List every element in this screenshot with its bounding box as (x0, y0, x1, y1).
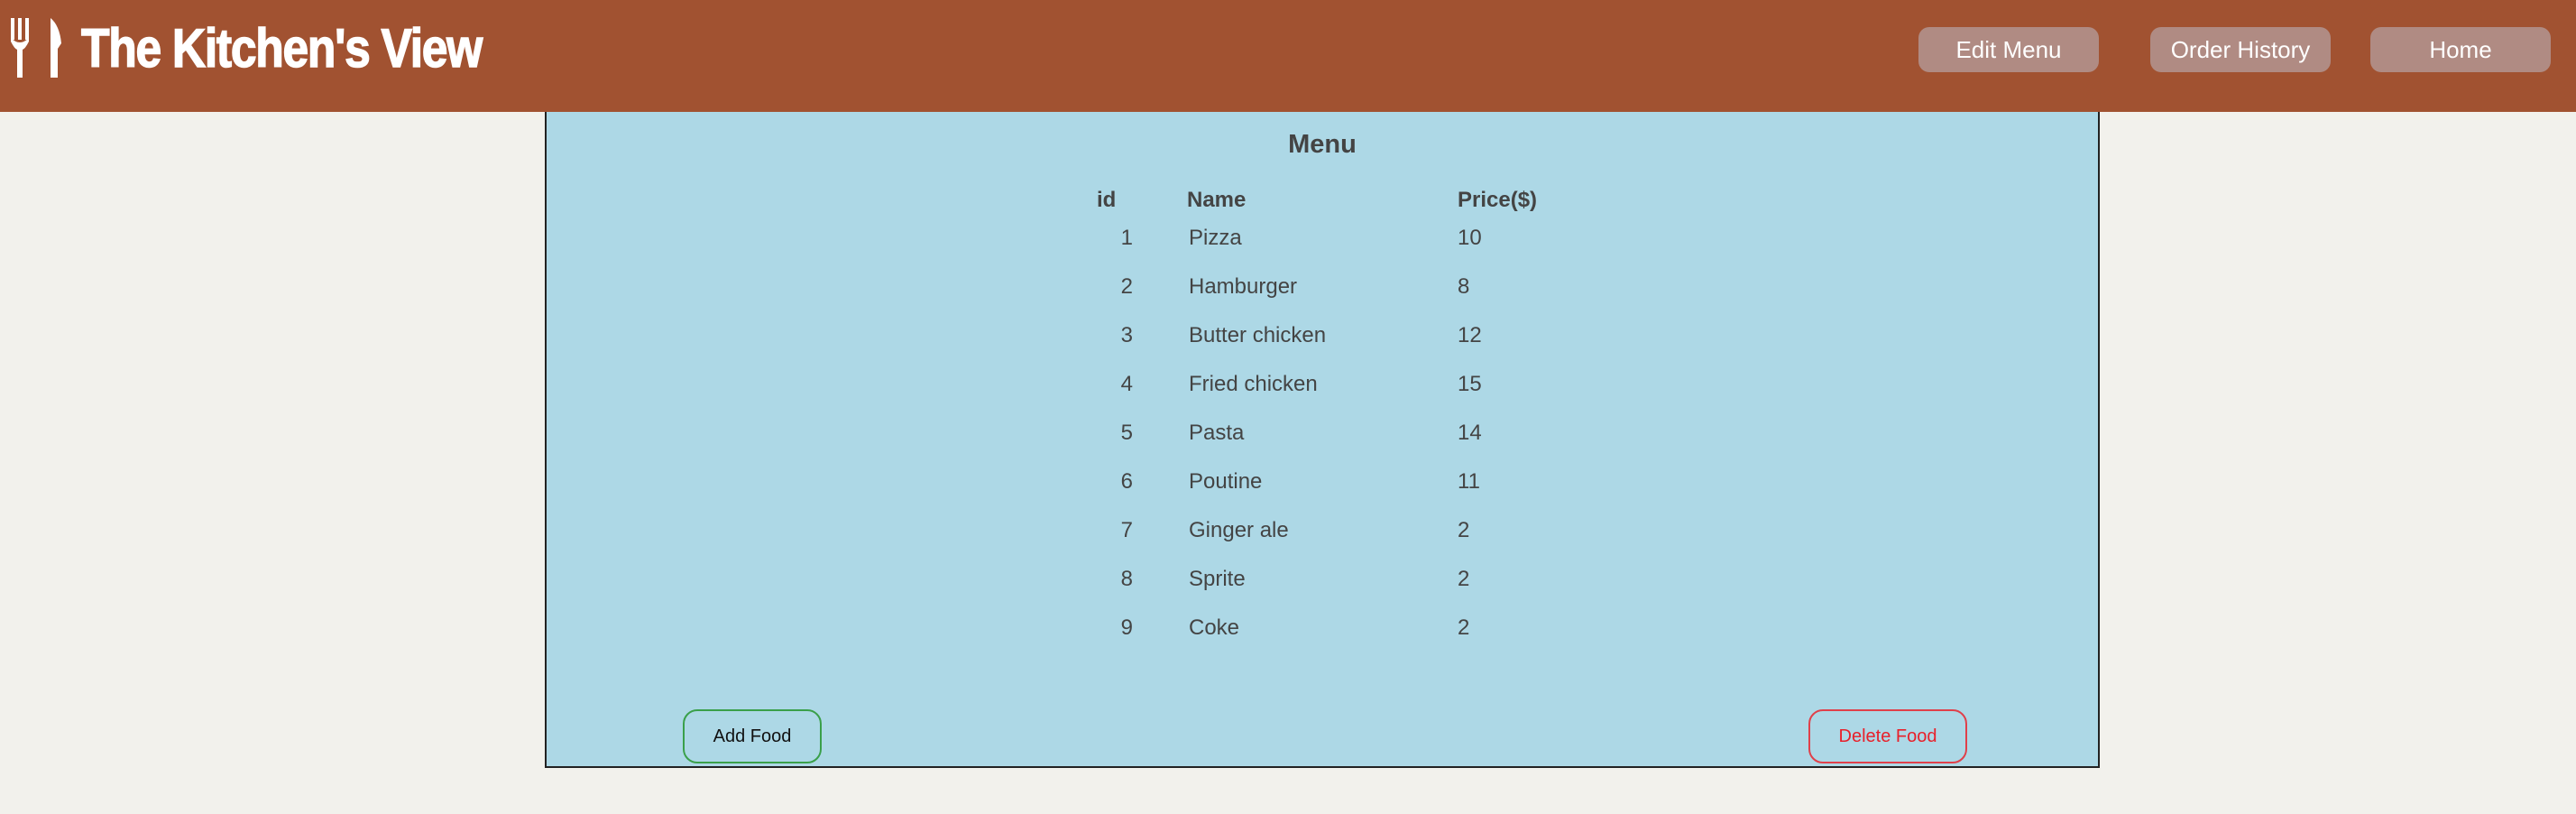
table-row: 4 Fried chicken 15 (547, 372, 2098, 421)
cell-id: 4 (1120, 372, 1133, 396)
cell-id: 8 (1120, 567, 1133, 591)
table-row: 9 Coke 2 (547, 615, 2098, 664)
column-header-price: Price($) (1458, 188, 1538, 212)
table-row: 5 Pasta 14 (547, 421, 2098, 469)
column-header-name: Name (1187, 188, 1247, 212)
cell-name: Poutine (1189, 469, 1263, 494)
order-history-button[interactable]: Order History (2150, 27, 2331, 72)
app-title: The Kitchen's View (80, 17, 483, 79)
table-row: 1 Pizza 10 (547, 226, 2098, 274)
cell-name: Coke (1189, 615, 1240, 640)
cell-name: Pizza (1189, 226, 1242, 250)
cell-name: Sprite (1189, 567, 1246, 591)
cell-id: 1 (1120, 226, 1133, 250)
cell-price: 10 (1458, 226, 1482, 250)
delete-food-button[interactable]: Delete Food (1808, 709, 1967, 763)
cell-price: 2 (1458, 567, 1470, 591)
add-food-button[interactable]: Add Food (683, 709, 822, 763)
menu-title: Menu (1288, 130, 1357, 159)
fork-knife-icon (11, 18, 61, 78)
table-row: 7 Ginger ale 2 (547, 518, 2098, 567)
cell-id: 9 (1120, 615, 1133, 640)
cell-name: Ginger ale (1189, 518, 1289, 542)
cell-price: 2 (1458, 615, 1470, 640)
table-row: 3 Butter chicken 12 (547, 323, 2098, 372)
cell-price: 12 (1458, 323, 1482, 347)
column-header-id: id (1097, 188, 1117, 212)
brand[interactable]: The Kitchen's View (9, 16, 547, 79)
home-button[interactable]: Home (2370, 27, 2551, 72)
cell-price: 14 (1458, 421, 1482, 445)
cell-name: Hamburger (1189, 274, 1298, 299)
cell-price: 8 (1458, 274, 1470, 299)
table-row: 8 Sprite 2 (547, 567, 2098, 615)
cell-id: 2 (1120, 274, 1133, 299)
cell-price: 11 (1458, 469, 1480, 494)
cell-id: 5 (1120, 421, 1133, 445)
cell-name: Butter chicken (1189, 323, 1327, 347)
edit-menu-button[interactable]: Edit Menu (1918, 27, 2099, 72)
table-row: 2 Hamburger 8 (547, 274, 2098, 323)
cell-id: 6 (1120, 469, 1133, 494)
cell-price: 15 (1458, 372, 1482, 396)
cell-price: 2 (1458, 518, 1470, 542)
cell-id: 7 (1120, 518, 1133, 542)
cell-id: 3 (1120, 323, 1133, 347)
top-header: The Kitchen's View Edit Menu Order Histo… (0, 0, 2576, 112)
menu-panel: Menu id Name Price($) 1 Pizza 10 2 Hambu… (545, 112, 2100, 768)
cell-name: Fried chicken (1189, 372, 1318, 396)
table-row: 6 Poutine 11 (547, 469, 2098, 518)
cell-name: Pasta (1189, 421, 1245, 445)
